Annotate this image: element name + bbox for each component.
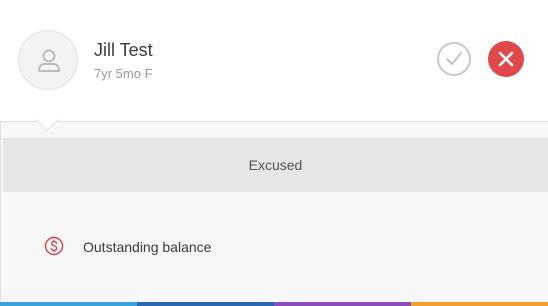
- stripe-segment-2: [137, 302, 274, 306]
- mark-absent-button[interactable]: [488, 41, 524, 77]
- attendance-status-bar[interactable]: Excused: [3, 138, 548, 192]
- avatar: [18, 30, 78, 90]
- stripe-segment-1: [0, 302, 137, 306]
- close-icon: [498, 51, 514, 67]
- outstanding-balance-label: Outstanding balance: [83, 239, 212, 255]
- mark-present-button[interactable]: [437, 42, 471, 76]
- attendance-card: Jill Test 7yr 5mo F Excused Outstanding …: [0, 0, 548, 306]
- dollar-circle-icon: [44, 236, 64, 256]
- student-details: 7yr 5mo F: [94, 66, 153, 81]
- attendance-status-label: Excused: [248, 157, 303, 173]
- panel-border: [0, 122, 1, 306]
- stripe-segment-3: [274, 302, 411, 306]
- color-stripe: [0, 302, 548, 306]
- stripe-segment-4: [411, 302, 548, 306]
- user-icon: [38, 49, 60, 72]
- student-name: Jill Test: [94, 40, 153, 60]
- student-header: Jill Test 7yr 5mo F: [0, 0, 548, 121]
- check-icon: [446, 52, 462, 65]
